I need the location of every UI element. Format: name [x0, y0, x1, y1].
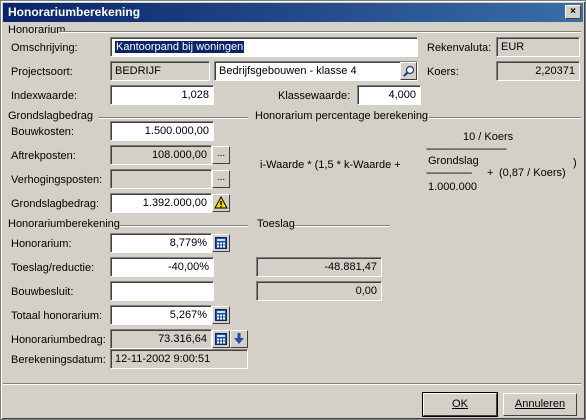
klassewaarde-input[interactable]: 4,000: [357, 85, 421, 105]
totaal-honorarium-label: Totaal honorarium:: [11, 310, 103, 322]
toeslag-reductie-label: Toeslag/reductie:: [11, 262, 95, 274]
honorariumbedrag-label: Honorariumbedrag:: [11, 334, 106, 346]
bouwbesluit-input[interactable]: [110, 281, 214, 301]
formula-grondslag: Grondslag: [428, 155, 479, 167]
calculator-icon: [215, 237, 227, 249]
honorarium-input[interactable]: 8,779%: [110, 233, 212, 253]
section-divider: [98, 117, 248, 119]
aftrekposten-ellipsis-button[interactable]: ...: [212, 146, 230, 164]
formula-dashes-mid: -----------------: [426, 167, 472, 179]
close-button[interactable]: ×: [565, 5, 581, 19]
arrow-down-icon: [234, 333, 244, 344]
projectsoort-code-field: BEDRIJF: [110, 61, 210, 81]
omschrijving-value: Kantoorpand bij woningen: [115, 41, 245, 53]
annuleren-button[interactable]: Annuleren: [503, 393, 577, 416]
indexwaarde-label: Indexwaarde:: [11, 90, 78, 102]
footer-divider: [3, 383, 581, 385]
rekenvaluta-label: Rekenvaluta:: [427, 42, 492, 54]
formula-denominator: 1.000.000: [428, 181, 477, 193]
omschrijving-label: Omschrijving:: [11, 42, 78, 54]
section-divider: [59, 31, 581, 33]
section-berekening: Honorariumberekening: [8, 218, 120, 230]
section-toeslag: Toeslag: [257, 218, 295, 230]
indexwaarde-input[interactable]: 1,028: [110, 85, 214, 105]
down-arrow-button[interactable]: [230, 330, 248, 348]
aftrekposten-label: Aftrekposten:: [11, 150, 76, 162]
bouwkosten-label: Bouwkosten:: [11, 126, 74, 138]
toeslag-value-field: -48.881,47: [256, 257, 382, 277]
berekeningsdatum-field: 12-11-2002 9:00:51: [110, 349, 248, 369]
honorarium-label: Honorarium:: [11, 238, 72, 250]
toeslag-reductie-input[interactable]: -40,00%: [110, 257, 214, 277]
koers-label: Koers:: [427, 66, 459, 78]
verhogingsposten-ellipsis-button[interactable]: ...: [212, 170, 230, 188]
window-title: Honorariumberekening: [8, 5, 141, 19]
section-grondslag: Grondslagbedrag: [8, 110, 94, 122]
totaal-honorarium-input[interactable]: 5,267%: [110, 305, 212, 325]
section-honorarium: Honorarium: [8, 24, 66, 36]
aftrekposten-field: 108.000,00: [110, 145, 212, 165]
projectsoort-desc-field[interactable]: Bedrijfsgebouwen - klasse 4: [214, 61, 418, 81]
bouwkosten-input[interactable]: 1.500.000,00: [110, 121, 214, 141]
berekeningsdatum-label: Berekeningsdatum:: [11, 354, 106, 366]
verhogingsposten-label: Verhogingsposten:: [11, 174, 103, 186]
section-divider: [120, 225, 248, 227]
warning-button[interactable]: [212, 194, 230, 212]
grondslagbedrag-input[interactable]: 1.392.000,00: [110, 193, 212, 213]
formula-main: i-Waarde * (1,5 * k-Waarde +: [260, 159, 401, 171]
formula-tail: (0,87 / Koers): [499, 167, 566, 179]
calculator-icon: [215, 309, 227, 321]
warning-icon: [214, 195, 228, 209]
honorarium-calc-button[interactable]: [212, 234, 230, 252]
formula-plus: +: [487, 167, 494, 179]
formula-numerator: 10 / Koers: [463, 131, 514, 143]
grondslagbedrag-label: Grondslagbedrag:: [11, 198, 100, 210]
formula-paren: ): [573, 157, 577, 169]
ok-button[interactable]: OK: [422, 392, 498, 417]
koers-field: 2,20371: [496, 61, 580, 81]
bedrag-calc-button[interactable]: [212, 330, 230, 348]
formula-dashes-top: ------------------------------: [426, 143, 507, 155]
title-bar[interactable]: Honorariumberekening ×: [3, 3, 583, 22]
ok-label: OK: [452, 398, 468, 410]
verhogingsposten-field: [110, 169, 212, 189]
honorariumbedrag-field: 73.316,64: [110, 329, 212, 349]
rekenvaluta-field: EUR: [496, 37, 580, 57]
bouwbesluit-value-field: 0,00: [256, 281, 382, 301]
totaal-calc-button[interactable]: [212, 306, 230, 324]
section-percentage: Honorarium percentage berekening: [255, 110, 429, 122]
annuleren-label: Annuleren: [514, 398, 566, 410]
section-divider: [294, 225, 390, 227]
search-icon: [402, 65, 414, 77]
calculator-icon: [215, 333, 227, 345]
klassewaarde-label: Klassewaarde:: [278, 90, 351, 102]
section-divider: [429, 117, 581, 119]
projectsoort-label: Projectsoort:: [11, 66, 73, 78]
bouwbesluit-label: Bouwbesluit:: [11, 286, 74, 298]
search-button[interactable]: [400, 62, 417, 80]
dialog-window: Honorariumberekening × Honorarium Omschr…: [0, 0, 586, 420]
omschrijving-input[interactable]: Kantoorpand bij woningen: [110, 37, 418, 57]
